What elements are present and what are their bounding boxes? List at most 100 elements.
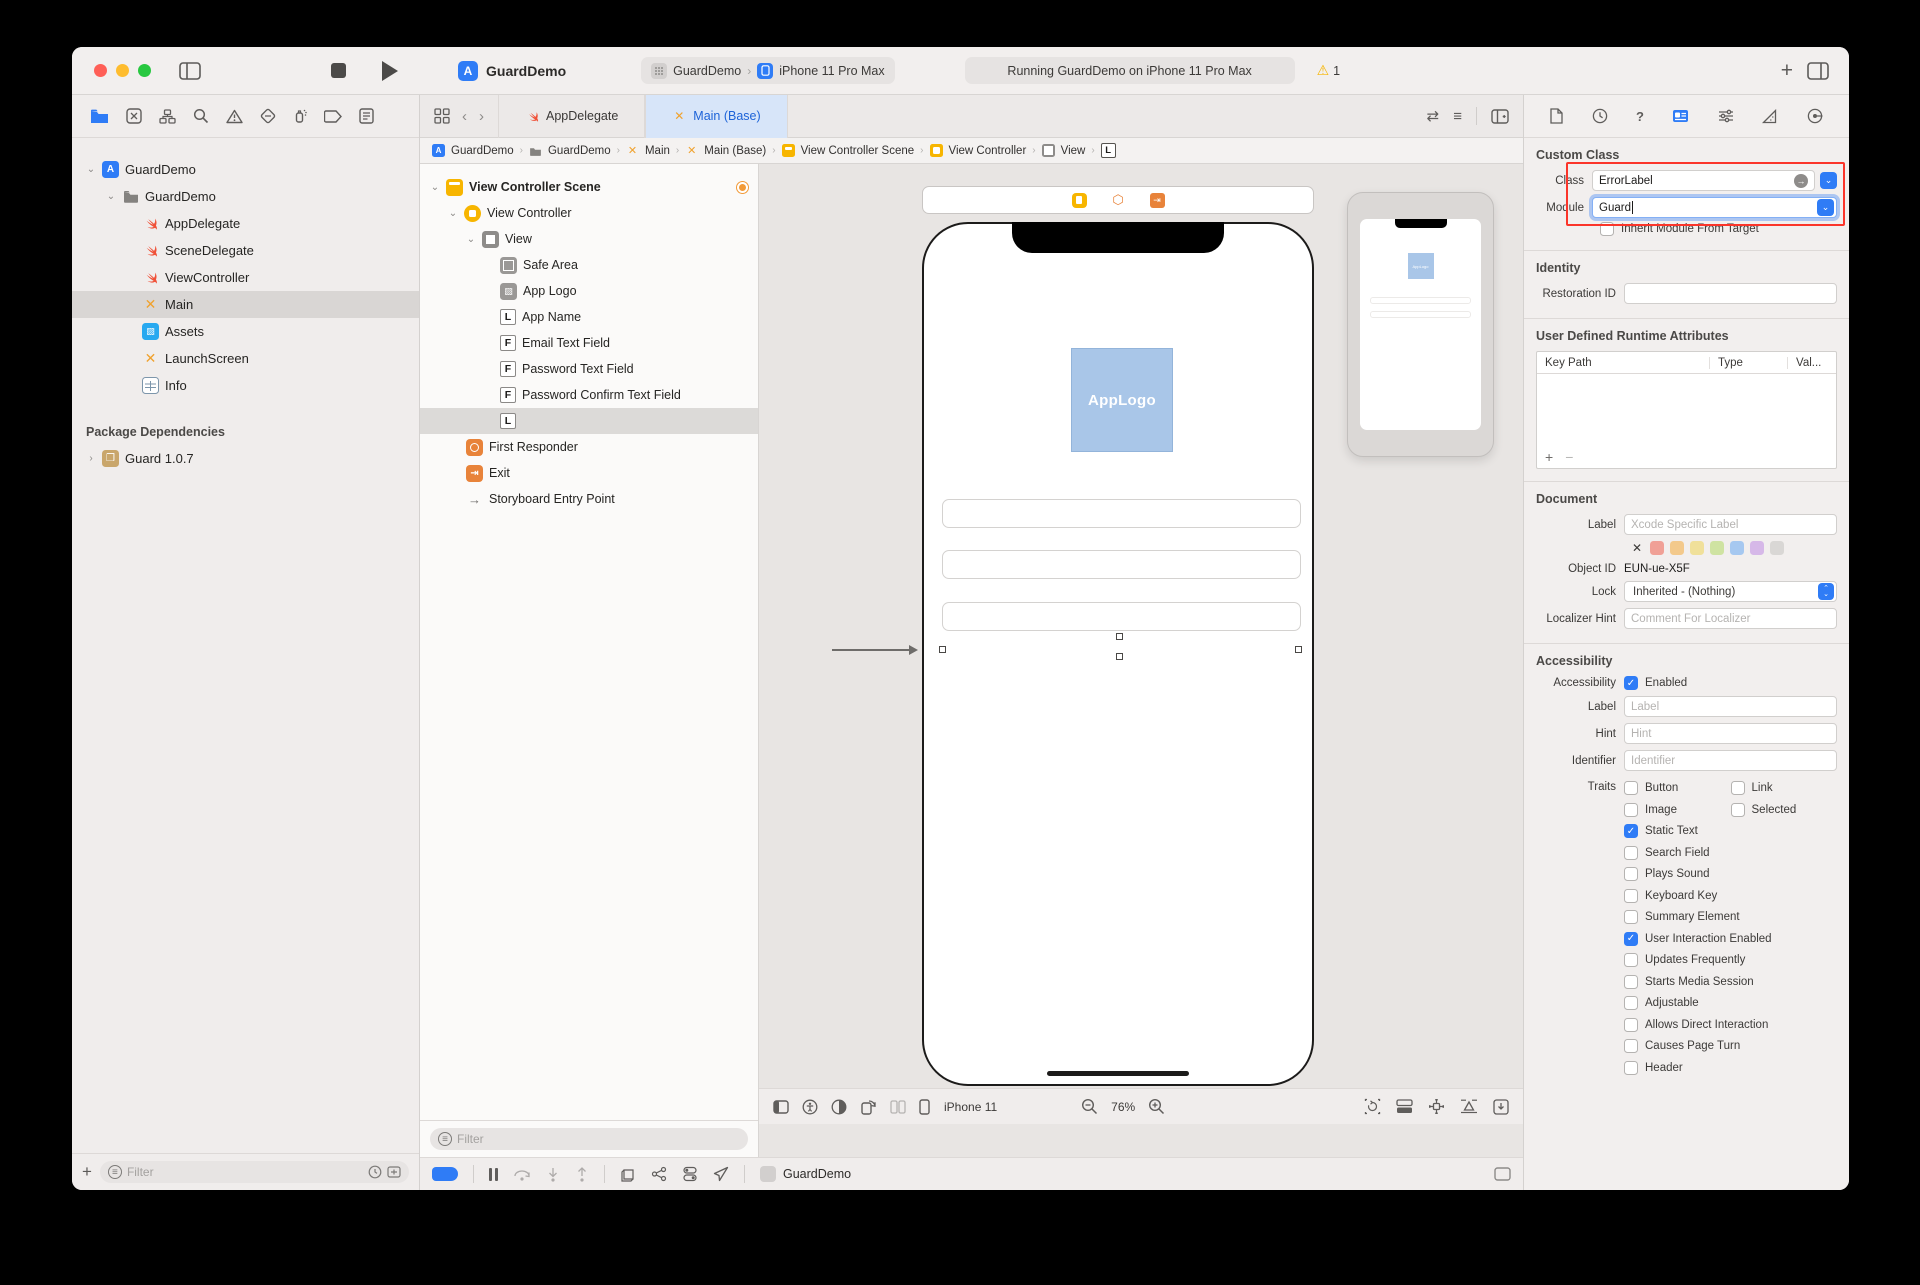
report-navigator-icon[interactable] — [359, 108, 374, 124]
localizer-hint-field[interactable] — [1624, 608, 1837, 629]
outline-item-password-confirm-field[interactable]: F Password Confirm Text Field — [420, 382, 758, 408]
trait-checkbox-selected[interactable] — [1731, 803, 1745, 817]
find-navigator-icon[interactable] — [193, 108, 209, 124]
exit-icon[interactable]: ⇥ — [1150, 193, 1165, 208]
disclosure-open-icon[interactable]: ⌄ — [430, 182, 440, 193]
remove-attribute-button[interactable]: − — [1565, 449, 1573, 465]
acc-hint-input[interactable] — [1631, 728, 1830, 740]
document-label-input[interactable] — [1631, 519, 1830, 531]
add-editor-icon[interactable] — [1491, 109, 1509, 124]
trait-checkbox-starts-media[interactable] — [1624, 975, 1638, 989]
trait-checkbox-updates-frequently[interactable] — [1624, 953, 1638, 967]
trait-checkbox-direct-interaction[interactable] — [1624, 1018, 1638, 1032]
step-over-icon[interactable] — [513, 1167, 531, 1181]
forward-button[interactable]: › — [479, 108, 484, 125]
acc-label-field[interactable] — [1624, 696, 1837, 717]
close-window-button[interactable] — [94, 64, 107, 77]
device-name-label[interactable]: iPhone 11 — [944, 1100, 997, 1114]
device-canvas[interactable]: AppLogo — [922, 222, 1314, 1086]
outline-filter-field[interactable]: ≡ — [430, 1128, 748, 1150]
selection-handle-right[interactable] — [1295, 646, 1302, 653]
minimize-window-button[interactable] — [116, 64, 129, 77]
source-control-navigator-icon[interactable] — [126, 108, 142, 124]
environment-overrides-icon[interactable] — [682, 1166, 698, 1182]
jump-bar-item[interactable]: GuardDemo — [548, 145, 611, 157]
project-navigator-icon[interactable] — [90, 109, 109, 124]
outline-item-app-name[interactable]: L App Name — [420, 304, 758, 330]
disclosure-open-icon[interactable]: ⌄ — [466, 234, 476, 245]
outline-item-app-logo[interactable]: ▨ App Logo — [420, 278, 758, 304]
password-confirm-text-field[interactable] — [942, 602, 1301, 631]
navigator-item-main-selected[interactable]: ✕ Main — [72, 291, 419, 318]
color-swatch-orange[interactable] — [1670, 541, 1684, 555]
restoration-id-field[interactable] — [1624, 283, 1837, 304]
localizer-hint-input[interactable] — [1631, 613, 1830, 625]
view-hierarchy-icon[interactable] — [620, 1166, 636, 1182]
step-out-icon[interactable] — [575, 1167, 589, 1182]
storyboard-canvas[interactable]: ⬡ ⇥ AppLogo — [759, 164, 1523, 1157]
color-swatch-red[interactable] — [1650, 541, 1664, 555]
toggle-navigator-icon[interactable] — [179, 62, 201, 80]
navigator-item-appdelegate[interactable]: AppDelegate — [72, 210, 419, 237]
outline-filter-input[interactable] — [457, 1132, 740, 1146]
navigator-item-assets[interactable]: ▨ Assets — [72, 318, 419, 345]
toggle-inspector-icon[interactable] — [1807, 62, 1829, 80]
breakpoints-toggle[interactable] — [432, 1167, 458, 1181]
module-dropdown-icon[interactable]: ⌄ — [1817, 199, 1834, 216]
inherit-module-checkbox[interactable] — [1600, 222, 1614, 236]
first-responder-icon[interactable]: ⬡ — [1111, 193, 1126, 208]
selection-handle-top[interactable] — [1116, 633, 1123, 640]
disclosure-closed-icon[interactable]: › — [86, 453, 96, 464]
recent-files-icon[interactable] — [368, 1165, 382, 1179]
selection-handle-left[interactable] — [939, 646, 946, 653]
debug-navigator-icon[interactable] — [293, 108, 307, 124]
issue-navigator-icon[interactable] — [226, 109, 243, 124]
add-file-button[interactable]: + — [82, 1162, 92, 1182]
orientation-icon[interactable] — [860, 1098, 877, 1115]
trait-checkbox-button[interactable] — [1624, 781, 1638, 795]
navigator-item-project-root[interactable]: ⌄ A GuardDemo — [72, 156, 419, 183]
device-icon[interactable] — [919, 1099, 930, 1115]
view-controller-header-bar[interactable]: ⬡ ⇥ — [922, 186, 1314, 214]
acc-hint-field[interactable] — [1624, 723, 1837, 744]
adjust-editor-icon[interactable] — [1493, 1099, 1509, 1115]
toggle-outline-icon[interactable] — [773, 1100, 789, 1114]
class-dropdown-icon[interactable]: ⌄ — [1820, 172, 1837, 189]
outline-item-email-field[interactable]: F Email Text Field — [420, 330, 758, 356]
trait-checkbox-user-interaction[interactable]: ✓ — [1624, 932, 1638, 946]
navigator-filter-field[interactable]: ≡ — [100, 1161, 409, 1183]
lock-dropdown[interactable]: Inherited - (Nothing) ⌃⌄ — [1624, 581, 1837, 602]
acc-identifier-field[interactable] — [1624, 750, 1837, 771]
navigator-item-group-guarddemo[interactable]: ⌄ GuardDemo — [72, 183, 419, 210]
zoom-window-button[interactable] — [138, 64, 151, 77]
app-logo-image-view[interactable]: AppLogo — [1071, 348, 1173, 452]
navigator-item-scenedelegate[interactable]: SceneDelegate — [72, 237, 419, 264]
lock-stepper-icon[interactable]: ⌃⌄ — [1818, 583, 1834, 600]
split-preview-icon[interactable] — [890, 1100, 906, 1114]
color-swatch-yellow[interactable] — [1690, 541, 1704, 555]
color-swatch-blue[interactable] — [1730, 541, 1744, 555]
runtime-attributes-table[interactable]: Key Path Type Val... + − — [1536, 351, 1837, 469]
trait-checkbox-header[interactable] — [1624, 1061, 1638, 1075]
trait-checkbox-keyboard-key[interactable] — [1624, 889, 1638, 903]
trait-checkbox-static-text[interactable]: ✓ — [1624, 824, 1638, 838]
color-swatch-purple[interactable] — [1750, 541, 1764, 555]
help-inspector-icon[interactable]: ? — [1636, 109, 1644, 124]
update-frames-icon[interactable] — [1364, 1098, 1381, 1115]
jump-bar-item[interactable]: View — [1061, 145, 1086, 157]
identity-inspector-icon[interactable] — [1672, 109, 1689, 123]
symbol-navigator-icon[interactable] — [159, 109, 176, 124]
step-into-icon[interactable] — [546, 1167, 560, 1182]
size-inspector-icon[interactable] — [1762, 109, 1778, 124]
related-items-icon[interactable] — [434, 108, 450, 124]
outline-item-view[interactable]: ⌄ View — [420, 226, 758, 252]
tab-main-base[interactable]: ✕ Main (Base) — [645, 95, 787, 138]
new-tab-button[interactable]: + — [1781, 59, 1793, 83]
outline-item-entry-point[interactable]: → Storyboard Entry Point — [420, 486, 758, 512]
source-control-status-icon[interactable] — [387, 1166, 401, 1178]
outline-item-password-field[interactable]: F Password Text Field — [420, 356, 758, 382]
issues-indicator[interactable]: ⚠ 1 — [1317, 62, 1341, 79]
trait-checkbox-link[interactable] — [1731, 781, 1745, 795]
password-text-field[interactable] — [942, 550, 1301, 579]
scheme-selector[interactable]: GuardDemo › iPhone 11 Pro Max — [641, 57, 894, 84]
